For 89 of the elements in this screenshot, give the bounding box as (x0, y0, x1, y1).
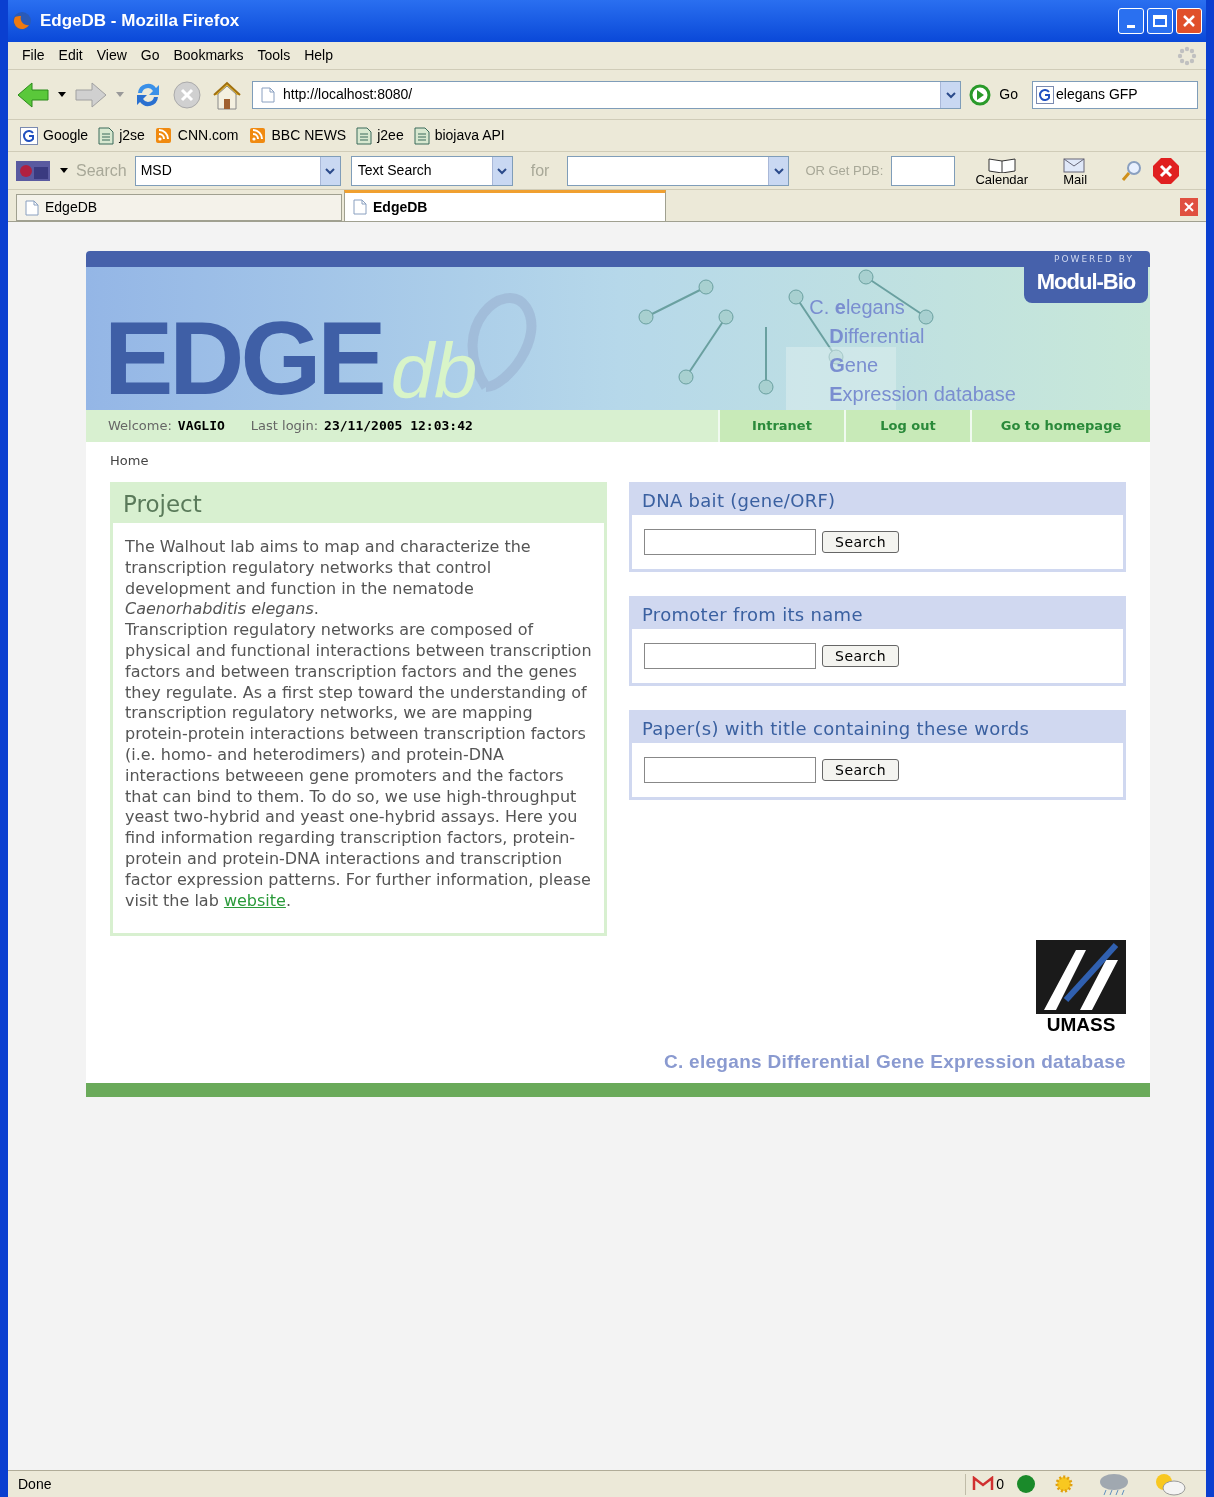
calendar-button[interactable]: Calendar (975, 173, 1029, 186)
search-input[interactable] (644, 529, 816, 555)
tagline-line: Expression database (829, 382, 1016, 407)
search-label: Search (76, 160, 127, 181)
footer-tagline: C. elegans Differential Gene Expression database (663, 1050, 1126, 1075)
menu-item[interactable]: Go (134, 45, 166, 66)
menu-item[interactable]: File (16, 45, 51, 66)
bookmark-link[interactable]: Google (43, 125, 89, 146)
panel-title: DNA bait (gene/ORF) (642, 488, 836, 513)
bookmark-link[interactable]: BBC NEWS (271, 125, 347, 146)
status-text: Done (18, 1474, 53, 1494)
page-icon (353, 199, 367, 215)
last-login-time: 23/11/2005 12:03:42 (324, 417, 473, 436)
query-select[interactable] (567, 155, 790, 186)
close-tab-button[interactable] (1180, 198, 1198, 216)
user-name: VAGLIO (177, 417, 225, 436)
browser-icon (12, 11, 32, 31)
for-label: for (530, 160, 550, 181)
dropdown-caret-icon[interactable] (58, 92, 66, 97)
bookmark-link[interactable]: biojava API (434, 125, 505, 146)
pdb-label: OR Get PDB: (805, 161, 884, 180)
search-input[interactable] (644, 757, 816, 783)
menu-item[interactable]: Tools (251, 45, 297, 66)
close-button[interactable] (1176, 8, 1202, 34)
menu-item[interactable]: Bookmarks (167, 45, 250, 66)
search-type-select[interactable]: Text Search (350, 155, 513, 186)
feed-icon (154, 126, 173, 145)
project-paragraph: Transcription regulatory networks are composed of physical and functional interactions between transcription factors and between transcription factors and the genes they regulate. As a first step toward the understanding of transcription regulatory networks, we are mapping protein-protein interactions between transcription factors (i.e. homo- and heterodimers) and protein-DNA interactions betweeen gene promoters and the factors that can bind to them. To do so, we use high-throughput yeast two-hybrid and yeast one-hybrid assays. Here you find information regarding transcription factors, protein-protein and protein-DNA interactions and transcription factor expression patterns. For further information, please visit the lab website. (125, 620, 592, 912)
menu-item[interactable]: Help (298, 45, 339, 66)
bookmark-link[interactable]: j2ee (377, 125, 404, 146)
book-icon[interactable] (986, 155, 1017, 173)
back-arrow-icon[interactable] (16, 79, 50, 110)
window-title: EdgeDB - Mozilla Firefox (40, 10, 241, 33)
throbber-icon (1176, 44, 1198, 67)
last-login-label: Last login: (250, 417, 319, 436)
tagline-line: Gene (829, 353, 880, 378)
powered-by-label: POWERED BY (1054, 253, 1134, 265)
university-logo-icon (1036, 940, 1126, 1015)
panel-title: Project (123, 489, 202, 519)
mail-icon (972, 1476, 995, 1492)
breadcrumb: Home (110, 453, 149, 468)
google-icon (1036, 85, 1054, 104)
google-icon (20, 126, 38, 145)
bookmark-link[interactable]: CNN.com (177, 125, 239, 146)
page-icon (25, 199, 39, 216)
url-text: http://localhost:8080/ (283, 85, 414, 104)
browser-tab[interactable]: EdgeDB (344, 190, 666, 221)
search-text: elegans GFP (1056, 85, 1138, 104)
maximize-button[interactable] (1147, 8, 1173, 34)
document-icon (98, 126, 115, 145)
document-icon (356, 126, 373, 145)
website-link[interactable]: website (223, 890, 286, 910)
close-icon (1184, 202, 1194, 212)
dropdown-caret-icon[interactable] (60, 168, 68, 173)
mail-button[interactable]: Mail (1063, 173, 1088, 186)
bookmark-link[interactable]: j2se (119, 125, 145, 146)
search-button[interactable]: Search (822, 759, 900, 781)
panel-title: Paper(s) with title containing these words (642, 716, 1030, 741)
logo-subtext: db (390, 332, 478, 410)
tagline-line: C. elegans (809, 295, 906, 320)
mail-count: 0 (996, 1474, 1004, 1494)
page-icon (261, 86, 275, 103)
project-paragraph: The Walhout lab aims to map and characterize the transcription regulatory networks that control development and function in the nematode Caenorhabditis elegans. (125, 537, 532, 621)
welcome-label: Welcome: (108, 417, 172, 436)
logo-text: EDGE (104, 306, 383, 410)
minimize-button[interactable] (1118, 8, 1144, 34)
brand-badge: Modul-Bio (1024, 267, 1148, 303)
tagline-line: Differential (829, 324, 926, 349)
close-icon (1182, 14, 1196, 28)
close-icon[interactable] (1152, 156, 1181, 185)
browser-tab[interactable]: EdgeDB (16, 194, 342, 221)
status-dot-icon (1016, 1474, 1036, 1494)
menu-item[interactable]: Edit (52, 45, 89, 66)
ebi-logo-icon[interactable] (16, 158, 52, 183)
feed-icon (248, 126, 267, 145)
panel-title: Promoter from its name (642, 602, 863, 627)
university-logo-text: UMASS (1046, 1014, 1116, 1037)
search-button[interactable]: Search (822, 531, 900, 553)
menu-item[interactable]: View (90, 45, 133, 66)
search-field[interactable]: elegans GFP (1032, 80, 1198, 109)
search-button[interactable]: Search (822, 645, 900, 667)
stop-icon[interactable] (172, 79, 202, 110)
search-input[interactable] (644, 643, 816, 669)
address-field[interactable]: http://localhost:8080/ (252, 80, 962, 109)
document-icon (413, 126, 430, 145)
go-button[interactable]: Go (999, 84, 1018, 105)
database-select[interactable]: MSD (134, 155, 341, 186)
pdb-field[interactable] (891, 155, 956, 186)
go-icon[interactable] (969, 83, 992, 106)
